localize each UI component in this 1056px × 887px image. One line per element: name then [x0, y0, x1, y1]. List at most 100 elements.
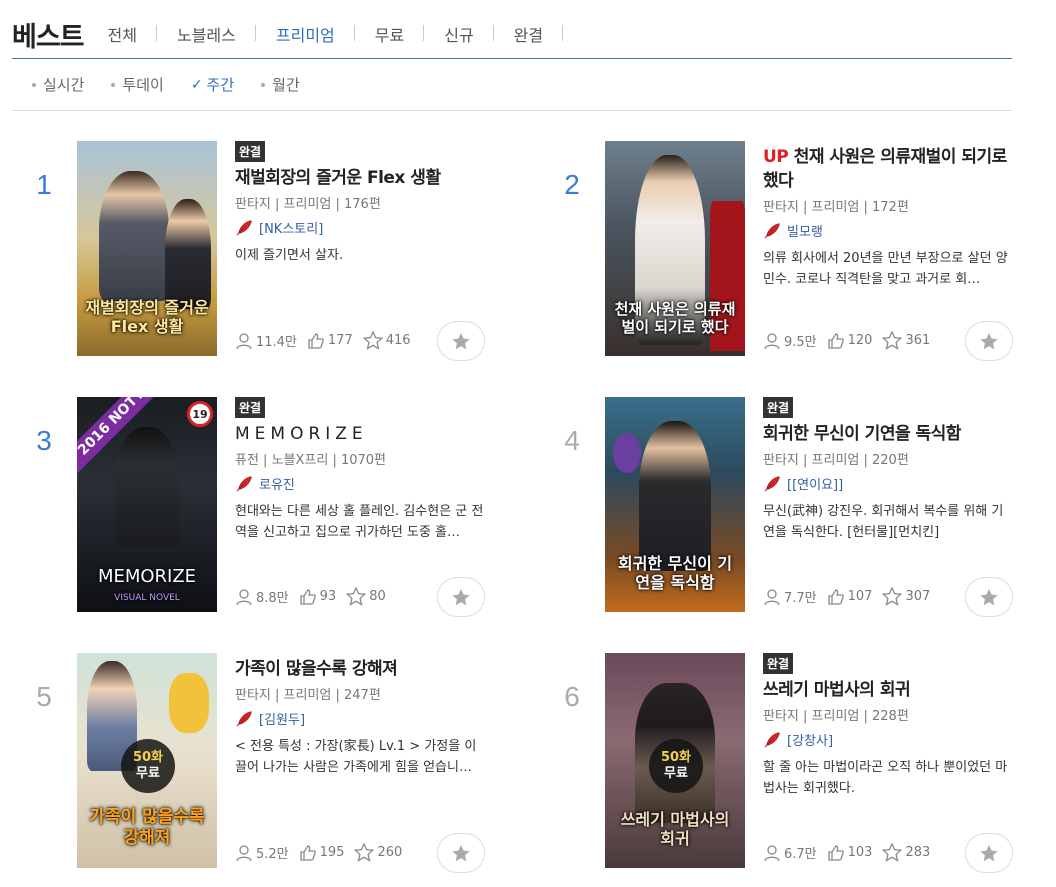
- cover-title: 천재 사원은 의류재벌이 되기로 했다: [614, 300, 736, 336]
- cover-image[interactable]: 천재 사원은 의류재벌이 되기로 했다: [605, 141, 745, 356]
- period-weekly[interactable]: ✓ 주간: [191, 74, 234, 95]
- free-episodes-badge: 50화 무료: [649, 739, 703, 793]
- user-icon: [236, 844, 252, 861]
- star-outline-icon: [882, 331, 903, 350]
- favorite-button[interactable]: [965, 577, 1013, 617]
- item-info: 완결 쓰레기 마법사의 회귀 판타지 | 프리미엄 | 228편 [강창사] 할…: [763, 653, 1013, 799]
- feather-icon: [236, 475, 252, 492]
- likes-stat: 177: [307, 332, 353, 350]
- rating-stat: 416: [362, 331, 411, 350]
- favorite-button[interactable]: [437, 577, 485, 617]
- star-outline-icon: [882, 843, 903, 862]
- item-title[interactable]: 쓰레기 마법사의 회귀: [763, 678, 1013, 702]
- author-link[interactable]: [[연이요]]: [763, 474, 1013, 493]
- item-title-text: 쓰레기 마법사의 회귀: [763, 680, 911, 700]
- user-icon: [764, 332, 780, 349]
- tab-completed[interactable]: 완결: [494, 22, 564, 46]
- star-outline-icon: [362, 331, 383, 350]
- period-filter: 실시간 투데이 ✓ 주간 월간: [32, 74, 327, 95]
- views-stat: 11.4만: [235, 331, 297, 350]
- completed-badge: 완결: [763, 397, 794, 418]
- item-description: 현대와는 다른 세상 홀 플레인. 김수현은 군 전역을 신고하고 집으로 귀가…: [235, 504, 484, 540]
- author-link[interactable]: [강창사]: [763, 730, 1013, 749]
- age-rating-badge: 19: [187, 401, 213, 427]
- item-info: 완결 재벌회장의 즐거운 Flex 생활 판타지 | 프리미엄 | 176편 […: [235, 141, 485, 266]
- cover-image[interactable]: 회귀한 무신이 기연을 독식함: [605, 397, 745, 612]
- item-info: 완결 MEMORIZE 퓨전 | 노블X프리 | 1070편 로유진 현대와는 …: [235, 397, 485, 543]
- tab-free[interactable]: 무료: [355, 22, 425, 46]
- item-meta: 판타지 | 프리미엄 | 176편: [235, 197, 381, 212]
- item-title[interactable]: 가족이 많을수록 강해져: [235, 657, 485, 681]
- rating-stat: 260: [354, 843, 402, 862]
- views-count: 9.5만: [784, 335, 817, 350]
- item-meta: 판타지 | 프리미엄 | 247편: [235, 688, 381, 703]
- period-realtime[interactable]: 실시간: [32, 74, 84, 95]
- rating-count: 361: [905, 333, 931, 348]
- page-title: 베스트: [12, 21, 85, 53]
- likes-count: 177: [327, 333, 353, 348]
- author-name: [[연이요]]: [787, 478, 844, 493]
- rating-stat: 283: [882, 843, 930, 862]
- author-link[interactable]: 로유진: [235, 474, 485, 493]
- views-count: 6.7만: [784, 847, 817, 862]
- period-monthly[interactable]: 월간: [261, 74, 300, 95]
- author-name: [김원두]: [259, 713, 306, 728]
- item-title[interactable]: 회귀한 무신이 기연을 독식함: [763, 422, 1013, 446]
- item-info: 완결 회귀한 무신이 기연을 독식함 판타지 | 프리미엄 | 220편 [[연…: [763, 397, 1013, 543]
- completed-badge: 완결: [763, 653, 794, 674]
- rating-count: 307: [905, 589, 931, 604]
- likes-stat: 107: [827, 588, 872, 606]
- rank-number: 6: [564, 681, 580, 712]
- cover-image[interactable]: 2016 NOTY 19 MEMORIZE VISUAL NOVEL: [77, 397, 217, 612]
- cover-image[interactable]: 재벌회장의 즐거운 Flex 생활: [77, 141, 217, 356]
- tab-new[interactable]: 신규: [424, 22, 495, 46]
- views-count: 11.4만: [256, 335, 297, 350]
- author-name: [강창사]: [787, 734, 834, 749]
- item-stats: 7.7만 107 307: [763, 587, 940, 606]
- thumbs-up-icon: [827, 844, 844, 861]
- free-label: 무료: [136, 766, 160, 781]
- author-link[interactable]: [NK스토리]: [235, 218, 485, 237]
- item-info: 가족이 많을수록 강해져 판타지 | 프리미엄 | 247편 [김원두] < 전…: [235, 653, 485, 778]
- star-icon: [980, 844, 998, 861]
- author-name: 빌모랭: [787, 225, 823, 240]
- tab-noblesse[interactable]: 노블레스: [157, 22, 256, 46]
- cover-image[interactable]: 50화 무료 쓰레기 마법사의 회귀: [605, 653, 745, 868]
- item-stats: 9.5만 120 361: [763, 331, 940, 350]
- item-title[interactable]: MEMORIZE: [235, 422, 485, 446]
- favorite-button[interactable]: [437, 833, 485, 873]
- cover-image[interactable]: 50화 무료 가족이 많을수록 강해져: [77, 653, 217, 868]
- rating-count: 260: [377, 845, 403, 860]
- tab-all[interactable]: 전체: [108, 22, 158, 46]
- rating-count: 80: [369, 589, 386, 604]
- star-outline-icon: [354, 843, 375, 862]
- likes-count: 120: [847, 333, 873, 348]
- item-stats: 11.4만 177 416: [235, 331, 421, 350]
- item-meta: 퓨전 | 노블X프리 | 1070편: [235, 453, 386, 468]
- free-episodes-badge: 50화 무료: [121, 739, 175, 793]
- views-stat: 9.5만: [763, 331, 817, 350]
- favorite-button[interactable]: [965, 833, 1013, 873]
- item-description: 이제 즐기면서 살자.: [235, 248, 344, 263]
- rank-number: 4: [564, 425, 580, 456]
- item-title[interactable]: UP 천재 사원은 의류재벌이 되기로 했다: [763, 145, 1013, 193]
- favorite-button[interactable]: [437, 321, 485, 361]
- period-today[interactable]: 투데이: [111, 74, 164, 95]
- rank-number: 5: [36, 681, 52, 712]
- thumbs-up-icon: [299, 844, 316, 861]
- author-link[interactable]: 빌모랭: [763, 221, 1013, 240]
- item-title[interactable]: 재벌회장의 즐거운 Flex 생활: [235, 166, 485, 190]
- item-stats: 5.2만 195 260: [235, 843, 412, 862]
- free-label: 무료: [664, 766, 688, 781]
- feather-icon: [236, 710, 252, 727]
- item-meta: 판타지 | 프리미엄 | 172편: [763, 200, 909, 215]
- star-icon: [452, 332, 470, 349]
- tab-premium[interactable]: 프리미엄: [256, 22, 355, 46]
- favorite-button[interactable]: [965, 321, 1013, 361]
- thumbs-up-icon: [827, 588, 844, 605]
- ranking-item: 4 회귀한 무신이 기연을 독식함 완결 회귀한 무신이 기연을 독식함 판타지…: [552, 397, 1022, 627]
- rating-stat: 307: [882, 587, 930, 606]
- author-link[interactable]: [김원두]: [235, 709, 485, 728]
- ranking-item: 1 재벌회장의 즐거운 Flex 생활 완결 재벌회장의 즐거운 Flex 생활…: [24, 141, 494, 371]
- nav-divider: [12, 58, 1012, 59]
